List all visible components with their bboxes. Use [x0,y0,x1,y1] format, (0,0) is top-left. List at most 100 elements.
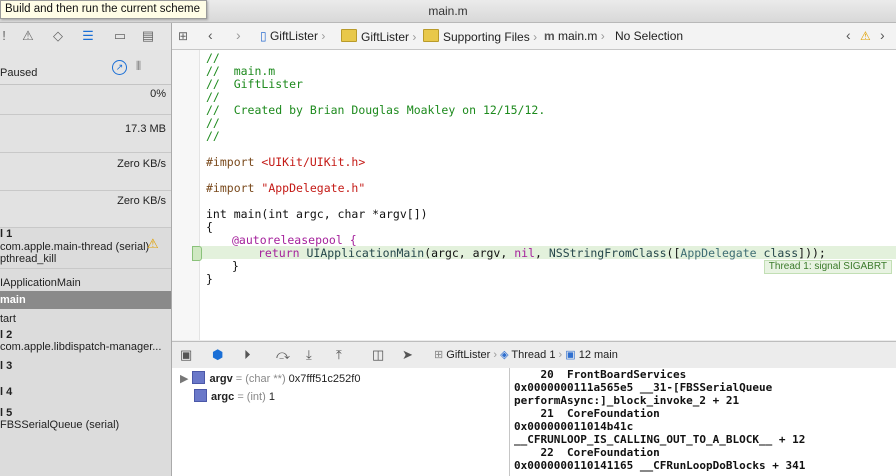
error-badge[interactable]: Thread 1: signal SIGABRT [763,260,892,274]
console-line: 0x0000000111a565e5 __31-[FBSSerialQueue [514,381,773,394]
previous-issue-button[interactable]: ‹ [846,27,851,43]
console-line: __CFRUNLOOP_IS_CALLING_OUT_TO_A_BLOCK__ … [514,433,806,446]
jump-file[interactable]: m main.m › [544,29,605,43]
breakpoint-navigator-icon[interactable]: ▭ [112,28,128,44]
variable-type: = (char **) [235,373,286,385]
jump-group[interactable]: GiftLister › [341,29,416,44]
import-directive: #import [206,155,255,169]
stack-frame[interactable]: tart [0,313,16,325]
folder-icon [341,29,357,42]
hide-debug-area-icon[interactable]: ▣ [180,347,192,363]
variable-value: 1 [268,391,275,403]
thread-label: l 5 [0,407,13,419]
debug-console[interactable]: 20 FrontBoardServices 0x0000000111a565e5… [510,368,896,476]
related-items-icon[interactable]: ⊞ [178,29,188,43]
view-debugger-icon[interactable]: ◫ [372,347,384,363]
cpu-gauge[interactable]: 0% [0,85,171,115]
memory-value: 17.3 MB [125,123,166,135]
variable-row-argv[interactable]: ▶ argv = (char **) 0x7fff51c252f0 [180,371,360,385]
stack-frame[interactable]: pthread_kill [0,253,56,265]
breadcrumb-thread: Thread 1 [511,349,556,361]
gauge-icon[interactable]: ↗ [112,60,127,75]
console-line: performAsync:]_block_invoke_2 + 21 [514,394,740,407]
memory-gauge[interactable]: 17.3 MB [0,115,171,153]
disclosure-triangle-icon[interactable]: ▶ [180,373,188,385]
step-out-icon[interactable]: ⤒ [336,347,342,363]
objc-file-icon: m [544,29,555,43]
next-issue-button[interactable]: › [880,27,885,43]
import-path: <UIKit/UIKit.h> [261,155,366,169]
thread-label: l 2 [0,329,13,341]
thread-label: l 3 [0,360,13,372]
variable-value: 0x7fff51c252f0 [288,373,361,385]
test-navigator-icon[interactable]: ◇ [50,28,66,44]
code-comment: // [206,129,220,143]
return-keyword: return [258,246,300,260]
variable-name: argv [209,373,233,385]
debug-navigator-icon[interactable]: ☰ [80,28,96,44]
report-navigator-icon[interactable]: ▤ [140,28,156,44]
function-call: UIApplicationMain [306,246,425,260]
step-over-icon[interactable]: ⤼ [276,347,290,363]
frame-icon: ▣ [565,349,576,361]
thread-label: l 4 [0,386,13,398]
nil-keyword: nil [514,246,535,260]
variables-view[interactable]: ▶ argv = (char **) 0x7fff51c252f0 argc = … [172,368,510,476]
thread-5-row[interactable]: l 5 FBSSerialQueue (serial) [0,405,171,437]
issue-warning-icon[interactable]: ⚠ [860,29,871,43]
import-directive: #import [206,181,255,195]
instruction-pointer[interactable] [192,246,202,261]
thread-icon: ◈ [500,349,509,361]
jump-no-selection[interactable]: No Selection [615,29,683,43]
project-icon: ▯ [260,29,267,43]
debug-breadcrumb[interactable]: ⊞ GiftLister › ◈ Thread 1 › ▣ 12 main [434,348,618,361]
jump-project[interactable]: ▯ GiftLister › [260,29,325,43]
location-icon[interactable]: ➤ [402,347,413,363]
code-comment: // GiftLister [206,77,303,91]
chevron-right-icon: › [600,29,605,43]
network-value: Zero KB/s [117,195,166,207]
call-space [757,246,764,260]
process-status-row: Paused ↗ ⫴ [0,50,171,85]
thread-3-row[interactable]: l 3 [0,359,171,375]
console-line: 20 FrontBoardServices [514,368,687,381]
stack-frame-selected[interactable]: main [0,291,171,309]
console-line: 0x000000011014b41c [514,420,634,433]
step-in-icon[interactable]: ⤓ [306,347,312,363]
source-editor[interactable]: // // main.m // GiftLister // // Created… [172,50,896,340]
network-gauge[interactable]: Zero KB/s [0,191,171,228]
back-button[interactable]: ‹ [208,27,213,43]
console-line: 22 CoreFoundation [514,446,660,459]
disk-value: Zero KB/s [117,158,166,170]
debug-navigator: ! ⚠ ◇ ☰ ▭ ▤ Paused ↗ ⫴ 0% 17.3 MB Zero K… [0,23,172,476]
jump-file-label: main.m [558,29,598,43]
thread-queue: com.apple.main-thread (serial) [0,241,150,253]
warning-filter-icon[interactable]: ⚠ [20,28,36,44]
disk-gauge[interactable]: Zero KB/s [0,153,171,191]
variable-icon [194,389,207,402]
thread-4-row[interactable]: l 4 [0,385,171,401]
jump-supporting-files[interactable]: Supporting Files › [423,29,537,44]
chevron-right-icon: › [412,30,417,44]
continue-icon[interactable]: ⏵ [244,347,251,363]
variable-type: = (int) [237,391,266,403]
return-line: return UIApplicationMain(argc, argv, nil… [258,247,826,260]
jump-supporting-label: Supporting Files [443,30,530,44]
view-options-icon[interactable]: ⫴ [136,59,141,74]
variable-icon [192,371,206,384]
variable-row-argc[interactable]: argc = (int) 1 [190,389,275,403]
breadcrumb-project: GiftLister [446,349,491,361]
call-sep: , [534,246,549,260]
line-gutter[interactable] [172,50,200,340]
breakpoints-toggle-icon[interactable]: ⬢ [212,347,223,363]
main-signature: int main(int argc, char *argv[]) [206,207,428,221]
issue-navigator-icon[interactable]: ! [0,28,12,44]
forward-button[interactable]: › [236,27,241,43]
stack-frame[interactable]: IApplicationMain [0,277,81,289]
thread-queue: FBSSerialQueue (serial) [0,419,120,431]
call-open: ([ [666,246,681,260]
thread-2-row[interactable]: l 2 com.apple.libdispatch-manager... [0,328,171,360]
navigator-toolbar: ! ⚠ ◇ ☰ ▭ ▤ [0,23,171,51]
chevron-right-icon: › [558,349,563,361]
grid-icon: ⊞ [434,349,444,361]
